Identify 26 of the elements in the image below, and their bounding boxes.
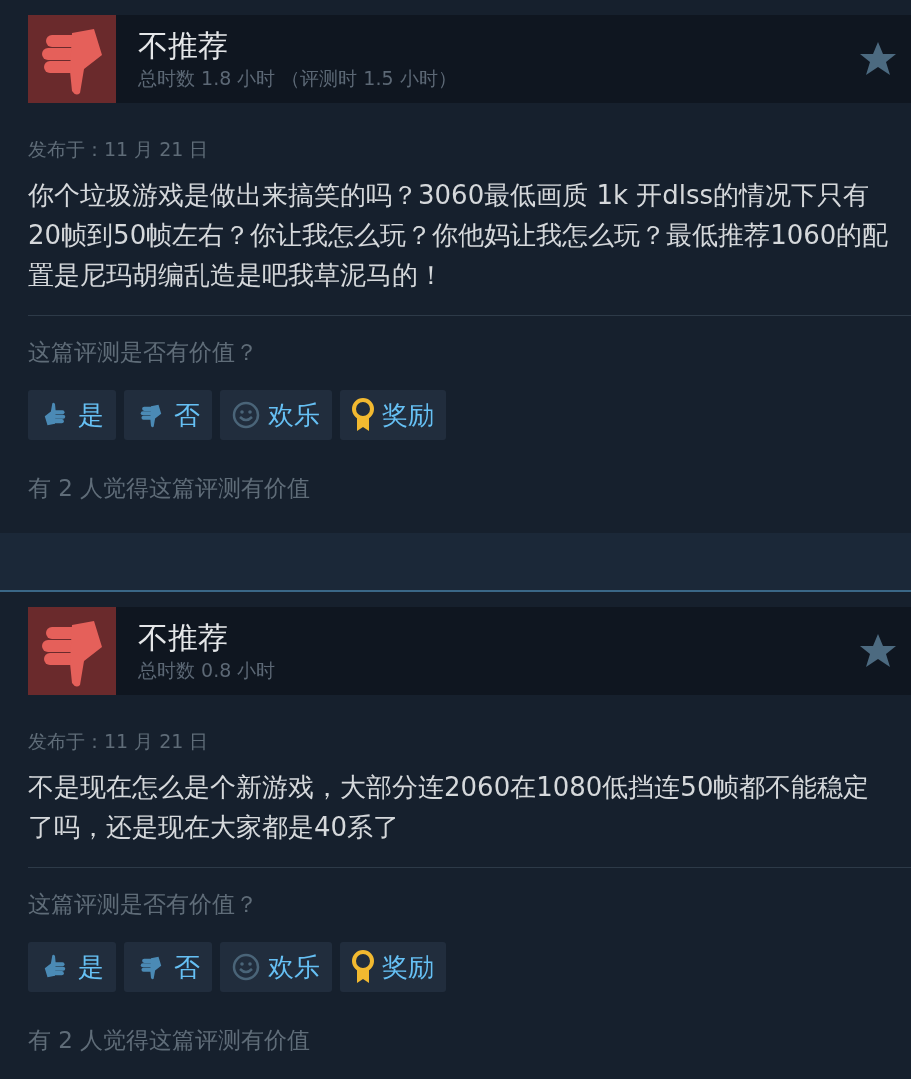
smiley-icon <box>232 953 260 981</box>
vote-button[interactable]: 是 <box>28 942 116 992</box>
award-button[interactable]: 奖励 <box>340 390 446 440</box>
smiley-icon <box>232 401 260 429</box>
playtime: 总时数 0.8 小时 <box>138 658 277 683</box>
helpful-question: 这篇评测是否有价值？ <box>28 338 259 367</box>
vote-button[interactable]: 欢乐 <box>220 942 332 992</box>
star-icon[interactable] <box>859 633 897 669</box>
post-date: 发布于：11 月 21 日 <box>28 729 210 753</box>
helpful-count: 有 2 人觉得这篇评测有价值 <box>28 1026 312 1055</box>
vote-button[interactable]: 否 <box>124 390 212 440</box>
award-ribbon-icon <box>352 950 374 984</box>
review-text: 不是现在怎么是个新游戏，大部分连2060在1080低挡连50帧都不能稳定了吗，还是现在大家都是40系了 <box>28 771 871 844</box>
vote-button[interactable]: 欢乐 <box>220 390 332 440</box>
review-text: 你个垃圾游戏是做出来搞笑的吗？3060最低画质 1k 开dlss的情况下只有20帧到50帧左右？你让我怎么玩？你他妈让我怎么玩？最低推荐1060的配置是尼玛胡编乱造是吧我草泥马的！ <box>28 179 890 292</box>
review-verdict: 不推荐 <box>138 619 229 657</box>
vote-button[interactable]: 否 <box>124 942 212 992</box>
star-icon[interactable] <box>859 41 897 77</box>
post-date: 发布于：11 月 21 日 <box>28 137 210 161</box>
award-button[interactable]: 奖励 <box>340 942 446 992</box>
helpful-count: 有 2 人觉得这篇评测有价值 <box>28 474 312 503</box>
vote-button[interactable]: 是 <box>28 390 116 440</box>
review-verdict: 不推荐 <box>138 27 229 65</box>
award-ribbon-icon <box>352 398 374 432</box>
playtime: 总时数 1.8 小时 （评测时 1.5 小时） <box>138 66 458 91</box>
helpful-question: 这篇评测是否有价值？ <box>28 890 259 919</box>
